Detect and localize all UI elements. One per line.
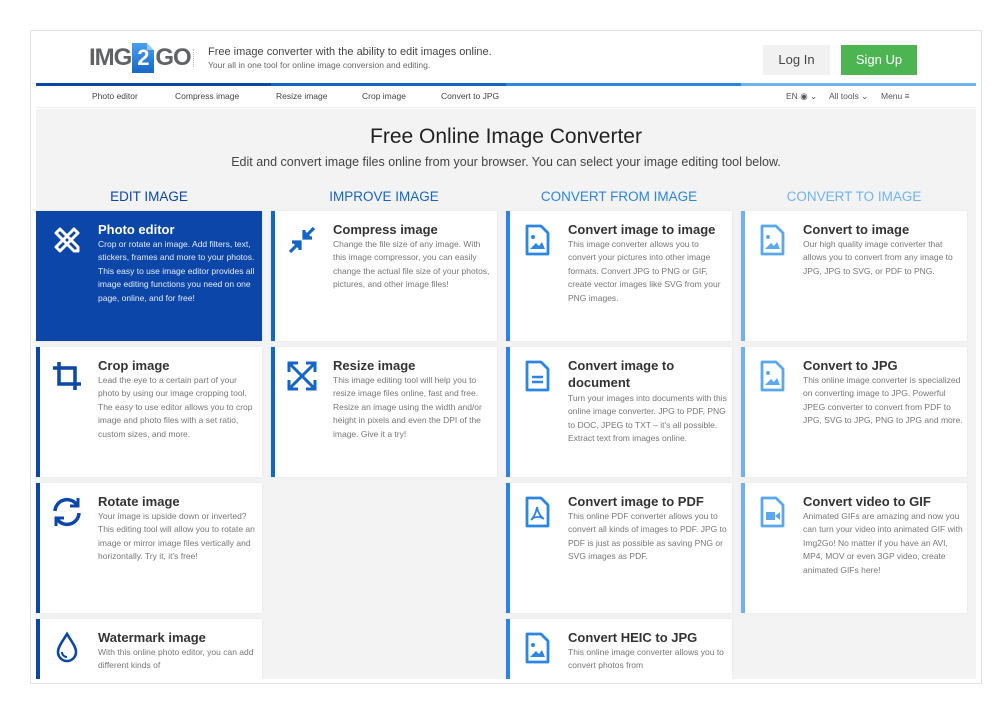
rotate-icon [50,495,84,529]
language-selector[interactable]: EN ◉ ⌄ [786,91,817,102]
card-title: Convert image to document [568,358,675,390]
card-title: Compress image [333,222,438,237]
image-file-icon [520,223,554,257]
card-crop-image[interactable]: Crop image Lead the eye to a certain par… [36,347,262,477]
chevron-down-icon: ⌄ [861,91,869,101]
logo-text-go: GO [155,44,191,71]
card-photo-editor[interactable]: Photo editor Crop or rotate an image. Ad… [36,211,262,341]
card-title: Resize image [333,358,416,373]
logo[interactable]: IMG 2 GO [89,43,197,73]
card-convert-image-to-image[interactable]: Convert image to image This image conver… [506,211,732,341]
globe-icon: ◉ [800,91,808,101]
page-subtitle: Edit and convert image files online from… [231,155,781,169]
nav-photo-editor[interactable]: Photo editor [92,91,138,101]
image-file-icon [755,359,789,393]
page-frame: IMG 2 GO Free image converter with the a… [30,30,982,684]
card-convert-heic-to-jpg[interactable]: Convert HEIC to JPG This online image co… [506,619,732,679]
video-file-icon [755,495,789,529]
card-title: Convert image to PDF [568,494,704,509]
chevron-down-icon: ⌄ [809,91,818,101]
nav-bar: Photo editor Compress image Resize image… [36,86,976,108]
pdf-file-icon [520,495,554,529]
compress-icon [285,223,319,257]
card-description: This online image converter is specializ… [803,375,963,426]
card-description: Lead the eye to a certain part of your p… [98,375,253,439]
logo-text-img: IMG [89,44,132,71]
card-description: With this online photo editor, you can a… [98,647,254,671]
card-convert-to-jpg[interactable]: Convert to JPG This online image convert… [741,347,967,477]
card-title: Convert video to GIF [803,494,931,509]
card-description: Change the file size of any image. With … [333,239,490,290]
heading-convert-from-image: CONVERT FROM IMAGE [540,189,698,204]
card-description: This online image converter allows you t… [568,647,724,671]
card-description: Crop or rotate an image. Add filters, te… [98,239,255,303]
nav-compress-image[interactable]: Compress image [175,91,239,101]
menu-button[interactable]: Menu ≡ [881,91,910,101]
card-watermark-image[interactable]: Watermark image With this online photo e… [36,619,262,679]
card-convert-video-to-gif[interactable]: Convert video to GIF Animated GIFs are a… [741,483,967,613]
card-convert-to-image[interactable]: Convert to image Our high quality image … [741,211,967,341]
card-description: This image editing tool will help you to… [333,375,482,439]
menu-label: Menu [881,91,903,101]
nav-convert-to-jpg[interactable]: Convert to JPG [441,91,499,101]
card-title: Convert HEIC to JPG [568,630,698,645]
pencil-ruler-icon [50,223,84,257]
card-convert-image-to-document[interactable]: Convert image to document Turn your imag… [506,347,732,477]
main-content: Free Online Image Converter Edit and con… [36,109,976,679]
page-inner: IMG 2 GO Free image converter with the a… [36,31,976,679]
heading-improve-image: IMPROVE IMAGE [329,189,439,204]
card-title: Convert to image [803,222,910,237]
all-tools-label: All tools [829,91,859,101]
logo-badge: 2 [132,43,155,73]
card-title: Watermark image [98,630,206,645]
card-description: Our high quality image converter that al… [803,239,953,276]
top-bar: IMG 2 GO Free image converter with the a… [36,31,976,83]
card-compress-image[interactable]: Compress image Change the file size of a… [271,211,497,341]
all-tools-dropdown[interactable]: All tools ⌄ [829,91,868,102]
card-description: This image converter allows you to conve… [568,239,721,303]
card-description: This online PDF converter allows you to … [568,511,727,562]
language-label: EN [786,91,798,101]
crop-icon [50,359,84,393]
nav-crop-image[interactable]: Crop image [362,91,406,101]
card-description: Your image is upside down or inverted? T… [98,511,255,562]
login-button[interactable]: Log In [763,45,830,75]
page-title: Free Online Image Converter [370,125,642,148]
logo-dots [192,49,197,67]
signup-button[interactable]: Sign Up [841,45,917,75]
card-rotate-image[interactable]: Rotate image Your image is upside down o… [36,483,262,613]
image-file-icon [520,631,554,665]
document-file-icon [520,359,554,393]
tagline: Free image converter with the ability to… [208,45,492,71]
card-title: Crop image [98,358,170,373]
card-title: Rotate image [98,494,180,509]
card-title: Convert image to image [568,222,716,237]
card-title: Photo editor [98,222,175,237]
water-drop-icon [50,631,84,665]
card-title: Convert to JPG [803,358,898,373]
heading-edit-image: EDIT IMAGE [110,189,188,204]
tagline-main: Free image converter with the ability to… [208,46,492,58]
hamburger-icon: ≡ [904,91,910,101]
nav-resize-image[interactable]: Resize image [276,91,328,101]
card-convert-image-to-pdf[interactable]: Convert image to PDF This online PDF con… [506,483,732,613]
tagline-sub: Your all in one tool for online image co… [208,60,431,70]
card-description: Turn your images into documents with thi… [568,393,727,444]
image-file-icon [755,223,789,257]
resize-icon [285,359,319,393]
card-description: Animated GIFs are amazing and now you ca… [803,511,963,575]
card-resize-image[interactable]: Resize image This image editing tool wil… [271,347,497,477]
heading-convert-to-image: CONVERT TO IMAGE [786,189,922,204]
